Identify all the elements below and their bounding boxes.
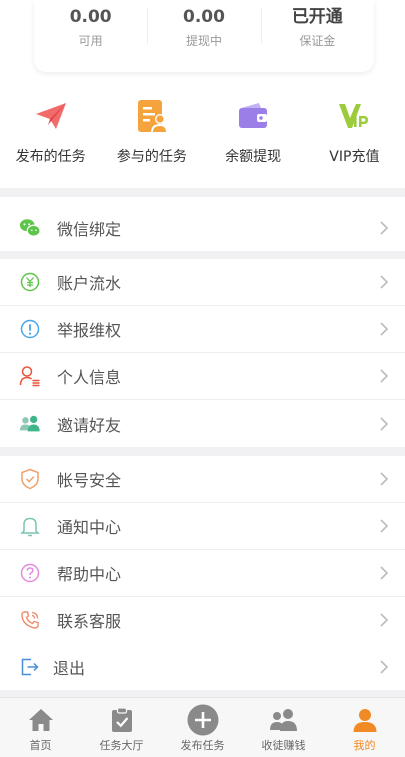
tab-recruit-earn[interactable]: 收徒赚钱 [243, 698, 324, 757]
menu-report[interactable]: 举报维权 [0, 306, 405, 353]
tab-publish-task[interactable]: 发布任务 [162, 698, 243, 757]
menu-label: 通知中心 [57, 518, 122, 537]
task-document-icon [134, 98, 170, 134]
section-divider [0, 689, 405, 697]
menu-label: 账户流水 [57, 274, 122, 293]
section-divider [0, 251, 405, 259]
chevron-right-icon [380, 519, 389, 533]
person-icon [349, 704, 381, 736]
user-info-icon [19, 365, 41, 387]
chevron-right-icon [380, 322, 389, 336]
stat-label: 保证金 [299, 34, 336, 48]
menu-label: 帐号安全 [57, 471, 122, 490]
bell-icon [19, 515, 41, 537]
menu-account-flow[interactable]: 账户流水 [0, 259, 405, 306]
chevron-right-icon [380, 659, 389, 674]
tab-label: 任务大厅 [99, 739, 144, 752]
tab-label: 收徒赚钱 [261, 739, 306, 752]
menu-help-center[interactable]: 帮助中心 [0, 550, 405, 597]
quick-vip-recharge[interactable]: VIP充值 [304, 98, 405, 176]
menu-label: 个人信息 [57, 368, 122, 387]
menu-label: 举报维权 [57, 321, 122, 340]
stat-label: 可用 [78, 34, 103, 48]
menu-label: 邀请好友 [57, 415, 122, 435]
menu-label: 联系客服 [57, 612, 122, 631]
chevron-right-icon [380, 566, 389, 580]
logout-icon [19, 656, 41, 678]
quick-label: 余额提现 [225, 149, 282, 165]
menu-contact-service[interactable]: 联系客服 [0, 597, 405, 644]
menu-personal-info[interactable]: 个人信息 [0, 353, 405, 400]
tab-label: 发布任务 [180, 739, 225, 752]
quick-actions: 发布的任务 参与的任务 余额提现 VIP充值 [0, 98, 405, 176]
menu-account-security[interactable]: 帐号安全 [0, 456, 405, 503]
menu-label: 微信绑定 [57, 219, 122, 239]
paper-plane-icon [33, 98, 69, 134]
tab-task-hall[interactable]: 任务大厅 [81, 698, 162, 757]
tab-home[interactable]: 首页 [0, 698, 81, 757]
quick-label: 参与的任务 [116, 149, 187, 165]
chevron-right-icon [380, 275, 389, 289]
chevron-right-icon [380, 613, 389, 627]
quick-label: 发布的任务 [15, 149, 86, 165]
friends-icon [19, 413, 41, 435]
section-divider [0, 188, 405, 197]
stat-deposit[interactable]: 已开通 保证金 [260, 0, 374, 72]
menu-label: 退出 [53, 658, 86, 678]
quick-published-tasks[interactable]: 发布的任务 [0, 98, 101, 176]
bottom-tab-bar: 首页 任务大厅 发布任务 收徒赚钱 我的 [0, 697, 405, 757]
stat-label: 提现中 [185, 34, 222, 48]
plus-circle-icon [187, 704, 219, 736]
menu-logout[interactable]: 退出 [0, 643, 405, 690]
menu-wechat-bind[interactable]: 微信绑定 [0, 204, 405, 251]
phone-icon [19, 609, 41, 631]
menu-label: 帮助中心 [57, 565, 122, 584]
balance-stats-card: 0.00 可用 0.00 提现中 已开通 保证金 [34, 0, 374, 72]
wechat-icon [19, 217, 41, 239]
section-divider [0, 446, 405, 456]
stat-available[interactable]: 0.00 可用 [34, 0, 147, 72]
shield-icon [19, 468, 41, 490]
quick-label: VIP充值 [329, 149, 380, 165]
chevron-right-icon [380, 472, 389, 486]
tab-label: 我的 [353, 739, 376, 752]
vip-icon [336, 98, 372, 134]
stat-value: 已开通 [291, 7, 343, 27]
help-circle-icon [19, 562, 41, 584]
menu-notification-center[interactable]: 通知中心 [0, 503, 405, 550]
wallet-icon [235, 98, 271, 134]
quick-withdraw[interactable]: 余额提现 [203, 98, 304, 176]
stat-value: 0.00 [69, 7, 112, 27]
chevron-right-icon [380, 220, 389, 235]
yuan-circle-icon [19, 271, 41, 293]
chevron-right-icon [380, 416, 389, 431]
tab-mine[interactable]: 我的 [324, 698, 405, 757]
tab-label: 首页 [29, 739, 52, 752]
menu-invite-friends[interactable]: 邀请好友 [0, 400, 405, 447]
stat-value: 0.00 [183, 7, 225, 27]
clipboard-check-icon [106, 704, 138, 736]
exclamation-circle-icon [19, 318, 41, 340]
group-icon [268, 704, 300, 736]
quick-joined-tasks[interactable]: 参与的任务 [101, 98, 202, 176]
chevron-right-icon [380, 369, 389, 383]
home-icon [25, 704, 57, 736]
stat-withdrawing[interactable]: 0.00 提现中 [147, 0, 260, 72]
